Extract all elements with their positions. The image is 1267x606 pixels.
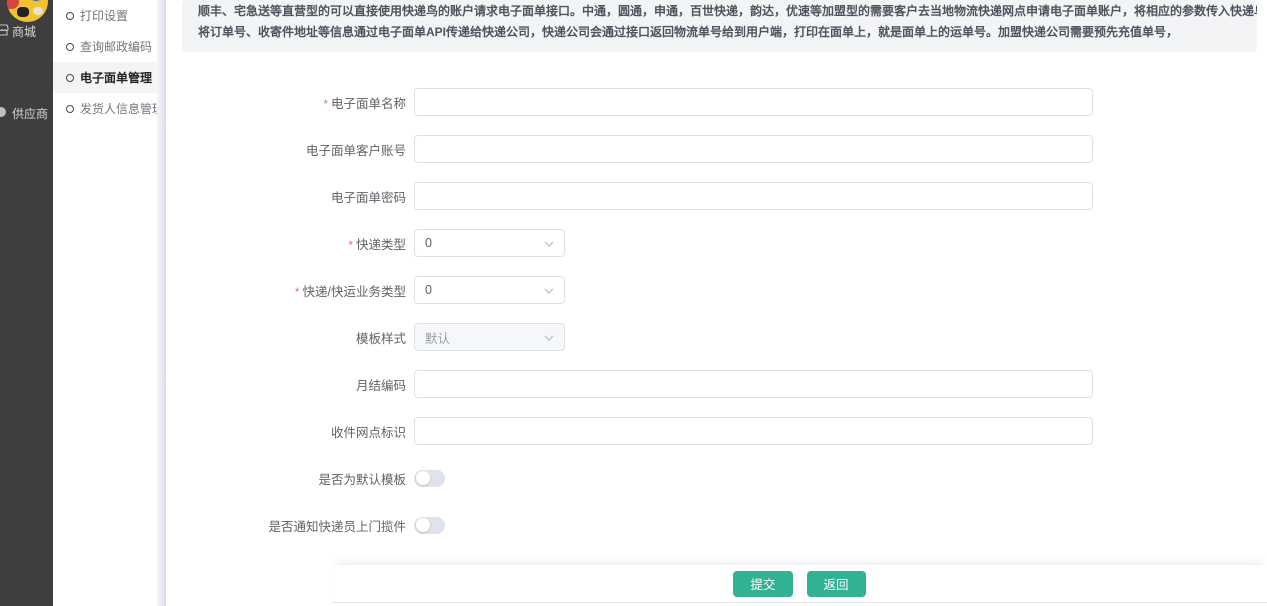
template-style-select[interactable]: 默认 [414,323,565,351]
required-asterisk: * [323,97,328,111]
field-control-business-type: 0 [414,276,565,304]
footer-bar: 提交 返回 [332,565,1267,603]
sidebar-item-mall[interactable]: 商城 [0,18,53,44]
scrollbar[interactable] [157,0,166,606]
submenu-list: 打印设置查询邮政编码电子面单管理发货人信息管理 [53,0,157,124]
field-label-branch-code: 收件网点标识 [166,422,406,441]
field-control-monthly-code [414,370,1093,398]
field-control-template-style: 默认 [414,323,565,351]
form-row-monthly-code: 月结编码 [166,370,1267,398]
express-type-select[interactable]: 0 [414,229,565,257]
form-row-business-type: *快递/快运业务类型 0 [166,276,1267,304]
form-row-default-template: 是否为默认模板 [166,464,1267,492]
form-row-template-style: 模板样式默认 [166,323,1267,351]
field-label-ewaybill-name: *电子面单名称 [166,93,406,112]
field-label-business-type: *快递/快运业务类型 [166,281,406,300]
notice-line-1: 顺丰、宅急送等直营型的可以直接使用快递鸟的账户请求电子面单接口。中通，圆通，申通… [198,1,1241,22]
ewaybill-password-input[interactable] [414,182,1093,210]
field-control-ewaybill-password [414,182,1093,210]
field-label-default-template: 是否为默认模板 [166,469,406,488]
notice-box: 顺丰、宅急送等直营型的可以直接使用快递鸟的账户请求电子面单接口。中通，圆通，申通… [182,0,1257,52]
default-template-toggle[interactable] [414,470,445,487]
ewaybill-name-input[interactable] [414,88,1093,116]
field-label-customer-account: 电子面单客户账号 [166,140,406,159]
sidebar-item-supplier[interactable]: 供应商 [0,100,53,126]
toggle-knob [416,471,430,485]
select-value: 0 [425,283,544,297]
menu-item-label: 发货人信息管理 [80,100,164,117]
sidebar-item-label: 供应商 [12,105,48,122]
app-window: 商城 供应商 打印设置查询邮政编码电子面单管理发货人信息管理 顺丰、宅急送等直营… [0,0,1267,606]
circle-icon [66,74,74,82]
form-row-customer-account: 电子面单客户账号 [166,135,1267,163]
circle-icon [66,105,74,113]
submit-button[interactable]: 提交 [733,571,792,597]
menu-item-label: 电子面单管理 [80,69,152,86]
required-asterisk: * [295,285,300,299]
back-button[interactable]: 返回 [807,571,866,597]
form-row-express-type: *快递类型 0 [166,229,1267,257]
branch-code-input[interactable] [414,417,1093,445]
sidebar-item-label: 商城 [12,23,36,40]
chevron-down-icon [544,281,554,299]
monthly-code-input[interactable] [414,370,1093,398]
secondary-sidebar: 打印设置查询邮政编码电子面单管理发货人信息管理 [53,0,157,606]
field-control-ewaybill-name [414,88,1093,116]
main-content: 顺丰、宅急送等直营型的可以直接使用快递鸟的账户请求电子面单接口。中通，圆通，申通… [166,0,1267,606]
circle-icon [66,12,74,20]
field-control-customer-account [414,135,1093,163]
chevron-down-icon [544,234,554,252]
sidebar-item-ewaybill-management[interactable]: 电子面单管理 [53,62,157,93]
customer-account-input[interactable] [414,135,1093,163]
business-type-select[interactable]: 0 [414,276,565,304]
form-row-branch-code: 收件网点标识 [166,417,1267,445]
field-label-monthly-code: 月结编码 [166,375,406,394]
menu-item-label: 查询邮政编码 [80,38,152,55]
field-control-default-template [414,470,445,487]
form-row-ewaybill-password: 电子面单密码 [166,182,1267,210]
field-label-template-style: 模板样式 [166,328,406,347]
circle-icon [66,43,74,51]
field-control-express-type: 0 [414,229,565,257]
sidebar-item-postal-code-query[interactable]: 查询邮政编码 [53,31,157,62]
field-label-express-type: *快递类型 [166,234,406,253]
field-control-notify-courier [414,517,445,534]
store-icon [0,24,9,39]
menu-item-label: 打印设置 [80,7,128,24]
form-row-ewaybill-name: *电子面单名称 [166,88,1267,116]
notify-courier-toggle[interactable] [414,517,445,534]
field-label-notify-courier: 是否通知快递员上门揽件 [166,516,406,535]
notice-line-2: 将订单号、收寄件地址等信息通过电子面单API传递给快递公司，快递公司会通过接口返… [198,22,1241,43]
sidebar-item-sender-info-management[interactable]: 发货人信息管理 [53,93,157,124]
select-value: 0 [425,236,544,250]
chevron-down-icon [544,328,554,346]
required-asterisk: * [348,238,353,252]
form-row-notify-courier: 是否通知快递员上门揽件 [166,511,1267,539]
primary-sidebar: 商城 供应商 [0,0,53,606]
field-control-branch-code [414,417,1093,445]
select-value: 默认 [425,328,544,347]
sidebar-item-print-settings[interactable]: 打印设置 [53,0,157,31]
field-label-ewaybill-password: 电子面单密码 [166,187,406,206]
ewaybill-form: *电子面单名称电子面单客户账号电子面单密码 *快递类型 0 *快递/快运业务类型 0 模板… [166,88,1267,539]
toggle-knob [416,518,430,532]
supplier-icon [0,106,9,121]
